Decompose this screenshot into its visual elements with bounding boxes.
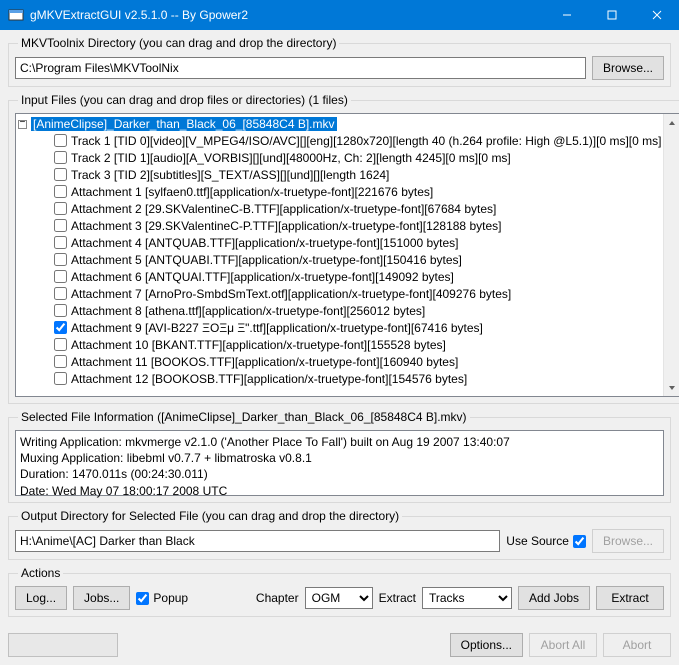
tracks-tree[interactable]: − [AnimeClipse]_Darker_than_Black_06_[85…: [16, 114, 663, 396]
track-checkbox[interactable]: [54, 168, 67, 181]
info-legend: Selected File Information ([AnimeClipse]…: [18, 410, 470, 424]
status-bar: Options... Abort All Abort: [0, 629, 679, 665]
track-label: Attachment 3 [29.SKValentineC-P.TTF][app…: [71, 219, 501, 233]
track-item[interactable]: Attachment 11 [BOOKOS.TTF][application/x…: [18, 353, 661, 370]
info-text: Writing Application: mkvmerge v2.1.0 ('A…: [15, 430, 664, 496]
info-line: Writing Application: mkvmerge v2.1.0 ('A…: [20, 434, 659, 450]
info-line: Date: Wed May 07 18:00:17 2008 UTC: [20, 483, 659, 499]
output-section: Output Directory for Selected File (you …: [8, 509, 671, 560]
track-label: Track 3 [TID 2][subtitles][S_TEXT/ASS][]…: [71, 168, 389, 182]
track-checkbox[interactable]: [54, 372, 67, 385]
use-source-checkbox[interactable]: [573, 535, 586, 548]
close-button[interactable]: [634, 0, 679, 30]
track-item[interactable]: Track 2 [TID 1][audio][A_VORBIS][][und][…: [18, 149, 661, 166]
minimize-button[interactable]: [544, 0, 589, 30]
track-item[interactable]: Attachment 9 [AVI-B227 ΞΟΞμ Ξ".ttf][appl…: [18, 319, 661, 336]
maximize-button[interactable]: [589, 0, 634, 30]
info-line: Duration: 1470.011s (00:24:30.011): [20, 466, 659, 482]
actions-section: Actions Log... Jobs... Popup Chapter OGM…: [8, 566, 671, 617]
window-title: gMKVExtractGUI v2.5.1.0 -- By Gpower2: [30, 8, 544, 22]
track-checkbox[interactable]: [54, 202, 67, 215]
track-checkbox[interactable]: [54, 270, 67, 283]
popup-checkbox[interactable]: [136, 592, 149, 605]
track-checkbox[interactable]: [54, 287, 67, 300]
toolnix-browse-button[interactable]: Browse...: [592, 56, 664, 80]
track-checkbox[interactable]: [54, 321, 67, 334]
track-item[interactable]: Attachment 10 [BKANT.TTF][application/x-…: [18, 336, 661, 353]
track-label: Attachment 11 [BOOKOS.TTF][application/x…: [71, 355, 458, 369]
track-checkbox[interactable]: [54, 355, 67, 368]
extract-mode-label: Extract: [379, 591, 416, 605]
track-item[interactable]: Attachment 7 [ArnoPro-SmbdSmText.otf][ap…: [18, 285, 661, 302]
actions-legend: Actions: [18, 566, 63, 580]
app-icon: [8, 7, 24, 23]
toolnix-section: MKVToolnix Directory (you can drag and d…: [8, 36, 671, 87]
output-legend: Output Directory for Selected File (you …: [18, 509, 402, 523]
toolnix-path-input[interactable]: [15, 57, 586, 79]
extract-mode-select[interactable]: Tracks: [422, 587, 512, 609]
track-label: Track 2 [TID 1][audio][A_VORBIS][][und][…: [71, 151, 511, 165]
track-checkbox[interactable]: [54, 304, 67, 317]
track-label: Attachment 7 [ArnoPro-SmbdSmText.otf][ap…: [71, 287, 511, 301]
jobs-button[interactable]: Jobs...: [73, 586, 130, 610]
scroll-up-icon[interactable]: [664, 114, 679, 131]
track-checkbox[interactable]: [54, 236, 67, 249]
abort-all-button: Abort All: [529, 633, 597, 657]
track-label: Track 1 [TID 0][video][V_MPEG4/ISO/AVC][…: [71, 134, 661, 148]
titlebar: gMKVExtractGUI v2.5.1.0 -- By Gpower2: [0, 0, 679, 30]
track-checkbox[interactable]: [54, 134, 67, 147]
track-item[interactable]: Attachment 4 [ANTQUAB.TTF][application/x…: [18, 234, 661, 251]
track-checkbox[interactable]: [54, 151, 67, 164]
tree-root[interactable]: − [AnimeClipse]_Darker_than_Black_06_[85…: [18, 116, 661, 132]
track-checkbox[interactable]: [54, 338, 67, 351]
track-item[interactable]: Attachment 1 [sylfaen0.ttf][application/…: [18, 183, 661, 200]
input-section: Input Files (you can drag and drop files…: [8, 93, 679, 404]
tree-scrollbar[interactable]: [663, 114, 679, 396]
track-label: Attachment 5 [ANTQUABI.TTF][application/…: [71, 253, 462, 267]
track-item[interactable]: Attachment 12 [BOOKOSB.TTF][application/…: [18, 370, 661, 387]
abort-button: Abort: [603, 633, 671, 657]
toolnix-legend: MKVToolnix Directory (you can drag and d…: [18, 36, 339, 50]
output-path-input[interactable]: [15, 530, 500, 552]
chapter-label: Chapter: [256, 591, 299, 605]
extract-button[interactable]: Extract: [596, 586, 664, 610]
root-file-label[interactable]: [AnimeClipse]_Darker_than_Black_06_[8584…: [31, 117, 337, 131]
track-label: Attachment 9 [AVI-B227 ΞΟΞμ Ξ".ttf][appl…: [71, 321, 483, 335]
track-label: Attachment 4 [ANTQUAB.TTF][application/x…: [71, 236, 459, 250]
track-label: Attachment 8 [athena.ttf][application/x-…: [71, 304, 425, 318]
track-checkbox[interactable]: [54, 219, 67, 232]
input-legend: Input Files (you can drag and drop files…: [18, 93, 351, 107]
track-item[interactable]: Track 3 [TID 2][subtitles][S_TEXT/ASS][]…: [18, 166, 661, 183]
add-jobs-button[interactable]: Add Jobs: [518, 586, 590, 610]
track-item[interactable]: Attachment 6 [ANTQUAI.TTF][application/x…: [18, 268, 661, 285]
track-checkbox[interactable]: [54, 185, 67, 198]
status-box: [8, 633, 118, 657]
options-button[interactable]: Options...: [450, 633, 523, 657]
scroll-down-icon[interactable]: [664, 379, 679, 396]
track-item[interactable]: Attachment 5 [ANTQUABI.TTF][application/…: [18, 251, 661, 268]
info-line: Muxing Application: libebml v0.7.7 + lib…: [20, 450, 659, 466]
info-section: Selected File Information ([AnimeClipse]…: [8, 410, 671, 503]
track-label: Attachment 6 [ANTQUAI.TTF][application/x…: [71, 270, 454, 284]
popup-label: Popup: [153, 591, 188, 605]
track-label: Attachment 10 [BKANT.TTF][application/x-…: [71, 338, 446, 352]
track-item[interactable]: Attachment 2 [29.SKValentineC-B.TTF][app…: [18, 200, 661, 217]
track-item[interactable]: Track 1 [TID 0][video][V_MPEG4/ISO/AVC][…: [18, 132, 661, 149]
track-item[interactable]: Attachment 3 [29.SKValentineC-P.TTF][app…: [18, 217, 661, 234]
log-button[interactable]: Log...: [15, 586, 67, 610]
track-label: Attachment 12 [BOOKOSB.TTF][application/…: [71, 372, 467, 386]
track-item[interactable]: Attachment 8 [athena.ttf][application/x-…: [18, 302, 661, 319]
track-label: Attachment 2 [29.SKValentineC-B.TTF][app…: [71, 202, 496, 216]
output-browse-button: Browse...: [592, 529, 664, 553]
collapse-icon[interactable]: −: [18, 120, 27, 129]
use-source-label: Use Source: [506, 534, 569, 548]
track-checkbox[interactable]: [54, 253, 67, 266]
track-label: Attachment 1 [sylfaen0.ttf][application/…: [71, 185, 433, 199]
chapter-select[interactable]: OGM: [305, 587, 373, 609]
